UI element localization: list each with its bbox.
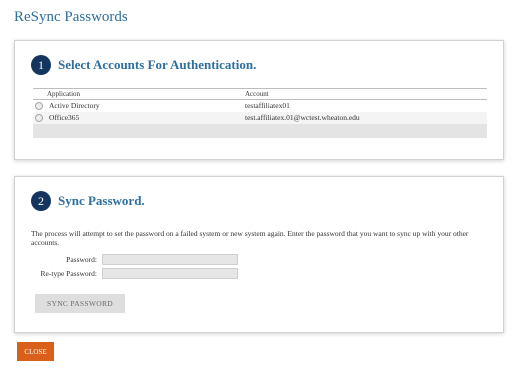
password-row: Password: bbox=[17, 254, 238, 265]
step-2-header: 2 Sync Password. bbox=[31, 191, 145, 211]
page-title: ReSync Passwords bbox=[14, 9, 128, 25]
column-header-account: Account bbox=[245, 90, 269, 98]
step-1-number-badge: 1 bbox=[31, 55, 51, 75]
step-2-number-badge: 2 bbox=[31, 191, 51, 211]
step-1-title: Select Accounts For Authentication. bbox=[58, 57, 257, 72]
sync-password-panel: 2 Sync Password. The process will attemp… bbox=[14, 176, 504, 333]
retype-password-input[interactable] bbox=[102, 268, 238, 279]
select-accounts-panel: 1 Select Accounts For Authentication. Ap… bbox=[14, 40, 504, 160]
resync-passwords-page: ReSync Passwords 1 Select Accounts For A… bbox=[0, 0, 520, 375]
application-name: Office365 bbox=[49, 113, 80, 122]
close-button[interactable]: CLOSE bbox=[17, 342, 54, 361]
step-2-title: Sync Password. bbox=[58, 193, 145, 208]
accounts-table-header: Application Account bbox=[33, 88, 487, 100]
account-radio-button[interactable] bbox=[35, 102, 43, 110]
step-1-header: 1 Select Accounts For Authentication. bbox=[31, 55, 256, 75]
retype-password-row: Re-type Password: bbox=[17, 268, 238, 279]
password-input[interactable] bbox=[102, 254, 238, 265]
retype-password-label: Re-type Password: bbox=[40, 269, 97, 278]
account-name: testaffiliatex01 bbox=[245, 101, 290, 110]
accounts-table-footer bbox=[33, 124, 487, 138]
account-name: test.affiliatex.01@wctest.wheaton.edu bbox=[245, 113, 360, 122]
table-row[interactable]: Office365 test.affiliatex.01@wctest.whea… bbox=[33, 112, 487, 124]
column-header-application: Application bbox=[47, 90, 81, 98]
application-name: Active Directory bbox=[49, 101, 100, 110]
password-label: Password: bbox=[66, 255, 97, 264]
table-row[interactable]: Active Directory testaffiliatex01 bbox=[33, 100, 487, 112]
sync-description: The process will attempt to set the pass… bbox=[31, 229, 469, 247]
accounts-table: Application Account Active Directory tes… bbox=[33, 88, 487, 138]
sync-password-button[interactable]: SYNC PASSWORD bbox=[35, 294, 125, 313]
account-radio-button[interactable] bbox=[35, 114, 43, 122]
